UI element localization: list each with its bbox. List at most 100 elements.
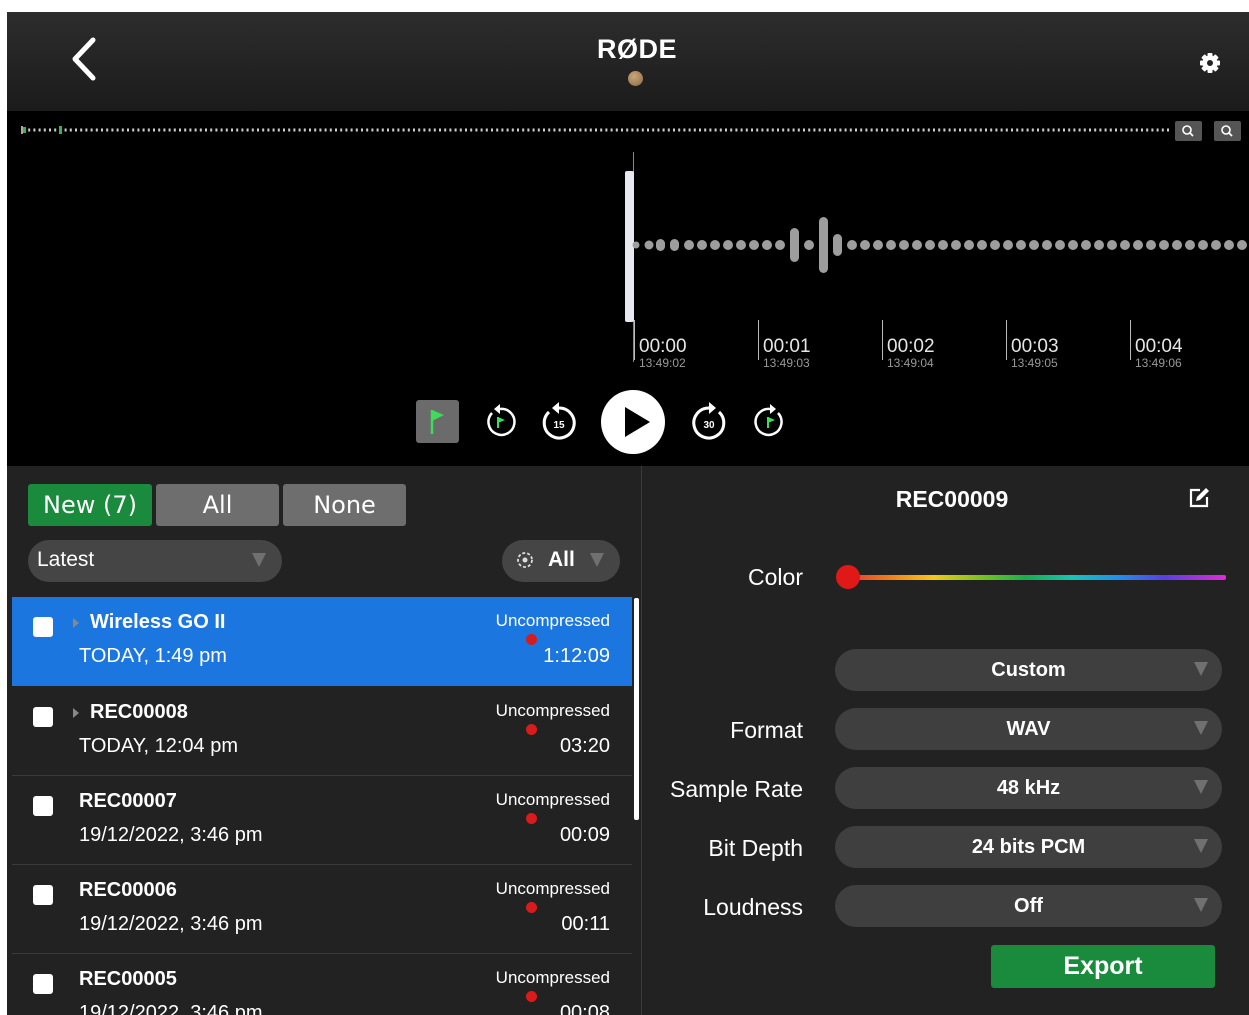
preset-value: Custom bbox=[991, 659, 1066, 681]
play-icon bbox=[625, 407, 650, 437]
record-dot-icon bbox=[526, 724, 537, 735]
chevron-down-icon bbox=[1194, 898, 1208, 912]
select-new-button[interactable]: New (7) bbox=[28, 484, 152, 526]
recording-format: Uncompressed bbox=[495, 790, 610, 809]
sort-dropdown[interactable]: Latest bbox=[28, 540, 282, 582]
skip-forward-30-button[interactable]: 30 bbox=[687, 400, 731, 444]
skip-back-icon: 15 bbox=[542, 402, 576, 440]
recording-date: TODAY, 1:49 pm bbox=[79, 645, 227, 667]
back-button[interactable] bbox=[65, 34, 105, 84]
recording-format: Uncompressed bbox=[495, 701, 610, 720]
device-status-indicator bbox=[628, 71, 643, 86]
color-label: Color bbox=[748, 564, 803, 590]
settings-button[interactable] bbox=[1197, 50, 1223, 76]
recording-duration: 00:08 bbox=[559, 1002, 610, 1015]
app-window: RØDE 00:00 13:49:02 00:01 13:49:03 00:02… bbox=[7, 12, 1249, 1015]
waveform-detail bbox=[632, 217, 1247, 273]
chevron-left-icon bbox=[72, 37, 96, 81]
rename-button[interactable] bbox=[1187, 486, 1211, 510]
loudness-select[interactable]: Off bbox=[835, 885, 1222, 927]
recording-name: Wireless GO II bbox=[90, 611, 226, 633]
skip-forward-label: 30 bbox=[703, 420, 715, 431]
list-item[interactable]: Wireless GO II TODAY, 1:49 pm Uncompress… bbox=[12, 597, 632, 686]
select-none-button[interactable]: None bbox=[283, 484, 406, 526]
list-scrollbar[interactable] bbox=[634, 598, 639, 820]
skip-back-15-button[interactable]: 15 bbox=[537, 400, 581, 444]
gear-icon bbox=[1200, 53, 1220, 73]
flag-icon bbox=[430, 410, 444, 434]
select-all-button[interactable]: All bbox=[156, 484, 279, 526]
zoom-out-button[interactable] bbox=[1175, 121, 1202, 141]
recording-name: REC00007 bbox=[79, 790, 177, 812]
chevron-down-icon bbox=[1194, 662, 1208, 676]
sample-rate-label: Sample Rate bbox=[670, 776, 803, 802]
tick-time: 00:00 bbox=[639, 336, 687, 357]
recording-duration: 00:09 bbox=[559, 824, 610, 846]
skip-back-label: 15 bbox=[553, 420, 565, 431]
recording-duration: 1:12:09 bbox=[543, 645, 610, 667]
list-item[interactable]: REC00007 19/12/2022, 3:46 pm Uncompresse… bbox=[12, 776, 632, 865]
next-marker-button[interactable] bbox=[751, 403, 789, 441]
previous-marker-button[interactable] bbox=[481, 403, 519, 441]
recording-name: REC00006 bbox=[79, 879, 177, 901]
chevron-down-icon bbox=[1194, 780, 1208, 794]
magnifier-icon bbox=[1182, 125, 1194, 137]
timeline-tick: 00:03 13:49:05 bbox=[1006, 320, 1059, 370]
row-checkbox[interactable] bbox=[33, 974, 53, 994]
row-checkbox[interactable] bbox=[33, 707, 53, 727]
bit-depth-label: Bit Depth bbox=[708, 835, 803, 861]
play-button[interactable] bbox=[601, 390, 665, 454]
tick-clock: 13:49:03 bbox=[763, 356, 810, 370]
add-marker-button[interactable] bbox=[416, 400, 459, 443]
tick-clock: 13:49:02 bbox=[639, 356, 686, 370]
recordings-pane: New (7) All None Latest All Wireless GO … bbox=[7, 466, 641, 1015]
format-value: WAV bbox=[1006, 718, 1051, 740]
next-marker-icon bbox=[754, 404, 783, 437]
preset-select[interactable]: Custom bbox=[835, 649, 1222, 691]
row-checkbox[interactable] bbox=[33, 617, 53, 637]
expand-arrow-icon[interactable] bbox=[73, 708, 79, 718]
loudness-value: Off bbox=[1014, 895, 1043, 917]
format-select[interactable]: WAV bbox=[835, 708, 1222, 750]
transport-controls: 15 30 bbox=[7, 390, 1249, 454]
tick-clock: 13:49:04 bbox=[887, 356, 934, 370]
row-checkbox[interactable] bbox=[33, 885, 53, 905]
color-slider[interactable] bbox=[835, 564, 1227, 590]
microphone-filter-icon bbox=[517, 552, 533, 568]
recording-date: 19/12/2022, 3:46 pm bbox=[79, 1002, 263, 1015]
recording-date: 19/12/2022, 3:46 pm bbox=[79, 913, 263, 935]
recording-format: Uncompressed bbox=[495, 879, 610, 898]
recording-name: REC00005 bbox=[79, 968, 177, 990]
tick-time: 00:02 bbox=[887, 336, 935, 357]
tick-clock: 13:49:05 bbox=[1011, 356, 1058, 370]
recording-date: TODAY, 12:04 pm bbox=[79, 735, 238, 757]
list-item[interactable]: REC00006 19/12/2022, 3:46 pm Uncompresse… bbox=[12, 865, 632, 954]
filter-dropdown[interactable]: All bbox=[502, 540, 620, 582]
top-bar: RØDE bbox=[7, 12, 1249, 111]
record-dot-icon bbox=[526, 902, 537, 913]
list-item[interactable]: REC00008 TODAY, 12:04 pm Uncompressed 03… bbox=[12, 687, 632, 776]
list-item[interactable]: REC00005 19/12/2022, 3:46 pm Uncompresse… bbox=[12, 954, 632, 1015]
timeline-tick: 00:00 13:49:02 bbox=[634, 320, 687, 370]
recording-format: Uncompressed bbox=[495, 611, 610, 630]
waveform-overview[interactable] bbox=[21, 126, 1171, 134]
bit-depth-select[interactable]: 24 bits PCM bbox=[835, 826, 1222, 868]
loudness-label: Loudness bbox=[703, 894, 803, 920]
edit-icon bbox=[1189, 488, 1209, 508]
color-slider-thumb bbox=[836, 565, 860, 589]
chevron-down-icon bbox=[590, 553, 604, 567]
skip-forward-icon: 30 bbox=[692, 402, 726, 440]
zoom-in-button[interactable] bbox=[1214, 121, 1241, 141]
export-button[interactable]: Export bbox=[991, 945, 1215, 988]
chevron-down-icon bbox=[1194, 839, 1208, 853]
row-checkbox[interactable] bbox=[33, 796, 53, 816]
sample-rate-select[interactable]: 48 kHz bbox=[835, 767, 1222, 809]
recording-name: REC00008 bbox=[90, 701, 188, 723]
tick-clock: 13:49:06 bbox=[1135, 356, 1182, 370]
timeline-tick: 00:04 13:49:06 bbox=[1130, 320, 1183, 370]
expand-arrow-icon[interactable] bbox=[73, 618, 79, 628]
recording-title: REC00009 bbox=[895, 486, 1009, 512]
recordings-list: Wireless GO II TODAY, 1:49 pm Uncompress… bbox=[12, 597, 632, 1015]
recording-duration: 03:20 bbox=[559, 735, 610, 757]
sort-value: Latest bbox=[37, 548, 95, 571]
